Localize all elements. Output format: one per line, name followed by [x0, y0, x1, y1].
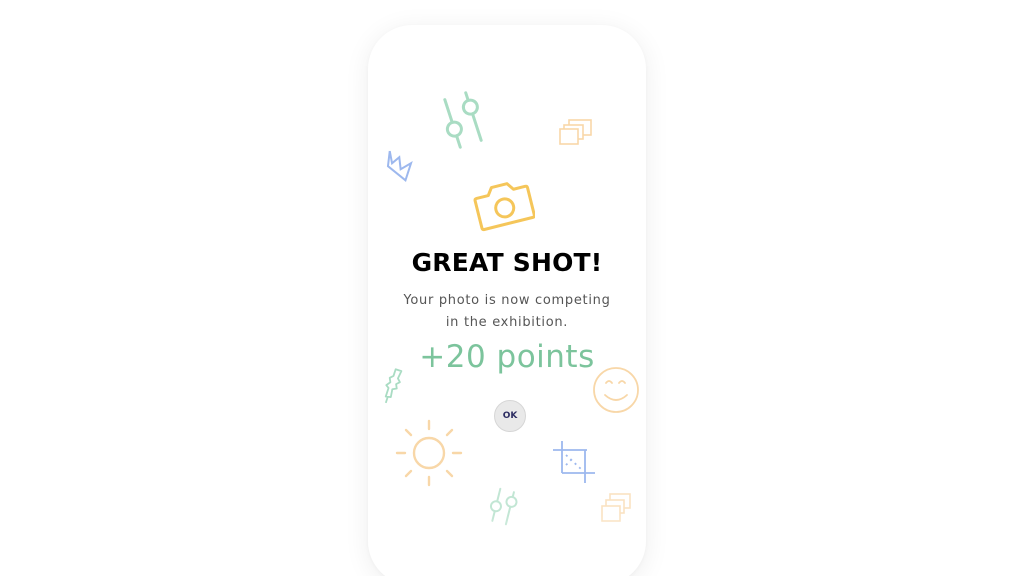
screen-background: GREAT SHOT! Your photo is now competing … [0, 0, 1024, 576]
success-message: Your photo is now competing in the exhib… [388, 290, 626, 334]
brush-icon [380, 367, 404, 407]
crop-icon [551, 439, 597, 485]
camera-icon [473, 178, 536, 236]
smiley-icon [593, 365, 639, 415]
sliders-icon [438, 90, 488, 150]
sliders-icon [486, 487, 520, 527]
layers-icon [559, 119, 594, 147]
success-title: GREAT SHOT! [411, 248, 603, 277]
sun-icon [394, 418, 464, 488]
layers-icon [601, 493, 632, 525]
ok-button[interactable]: OK [494, 400, 526, 432]
phone-frame: GREAT SHOT! Your photo is now competing … [368, 25, 646, 576]
message-line-1: Your photo is now competing [403, 293, 611, 308]
message-line-2: in the exhibition. [445, 315, 569, 330]
crown-icon [382, 150, 418, 186]
